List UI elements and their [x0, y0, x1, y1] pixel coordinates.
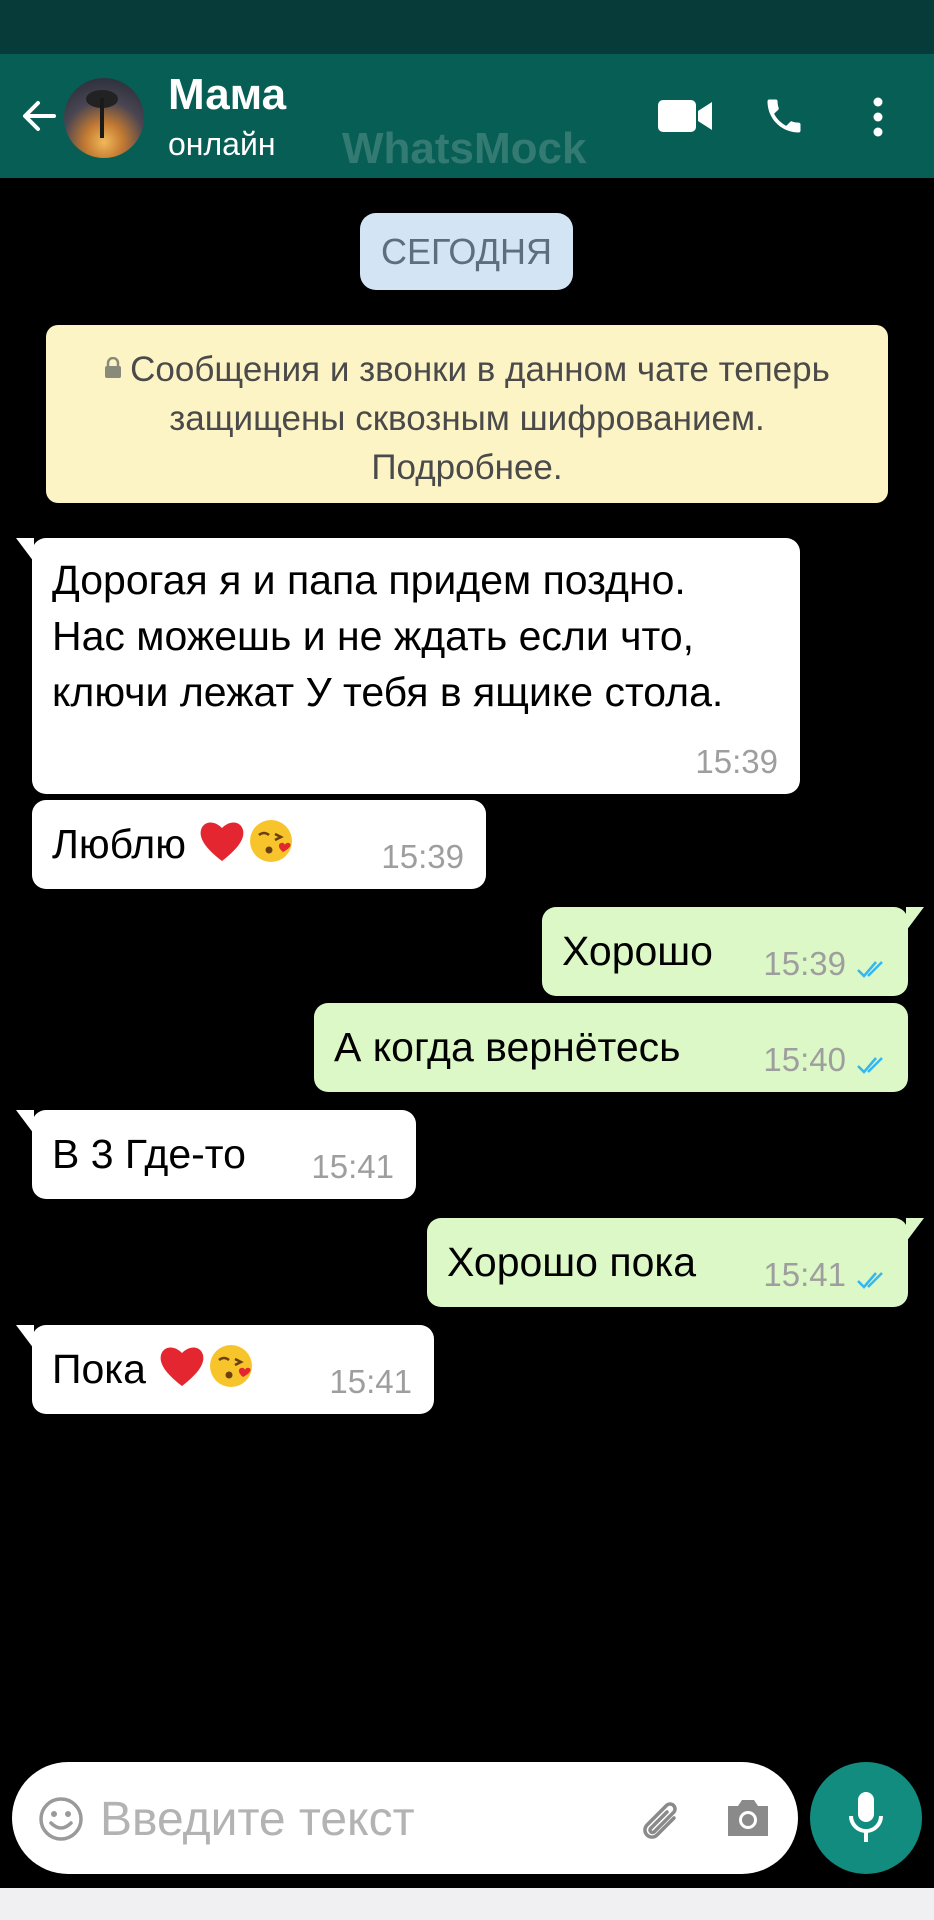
watermark: WhatsMock: [342, 124, 587, 173]
red-heart-icon: [201, 822, 244, 861]
message-outgoing[interactable]: А когда вернётесь 15:40: [314, 1003, 908, 1092]
date-chip: СЕГОДНЯ: [360, 213, 573, 290]
system-nav-bar: [0, 1888, 934, 1920]
message-text: Пока: [52, 1346, 146, 1392]
back-arrow-icon[interactable]: [18, 96, 58, 136]
mic-icon: [849, 1792, 883, 1842]
read-ticks-icon: [857, 1057, 883, 1074]
message-incoming[interactable]: Дорогая я и папа придем поздно. Нас може…: [16, 538, 800, 794]
message-time: 15:41: [763, 1256, 846, 1293]
contact-name[interactable]: Мама: [168, 70, 286, 120]
camera-icon[interactable]: [724, 1796, 772, 1840]
message-text: Люблю: [52, 821, 186, 867]
face-blowing-kiss-icon: [250, 820, 293, 862]
message-incoming[interactable]: Люблю 15:39: [32, 800, 486, 889]
message-text: Хорошо: [562, 928, 713, 974]
message-time: 15:39: [381, 838, 464, 875]
video-call-icon[interactable]: [658, 98, 714, 134]
face-blowing-kiss-icon: [210, 1345, 253, 1387]
status-bar: [0, 0, 934, 54]
chat-header: Мама онлайн WhatsMock: [0, 54, 934, 178]
encryption-notice[interactable]: Сообщения и звонки в данном чате теперь …: [46, 325, 888, 503]
message-text: В 3 Где-то: [52, 1131, 246, 1177]
message-incoming[interactable]: В 3 Где-то 15:41: [16, 1110, 416, 1199]
message-time: 15:41: [329, 1363, 412, 1400]
mic-button[interactable]: [810, 1762, 922, 1874]
message-time: 15:40: [763, 1041, 846, 1078]
read-ticks-icon: [857, 1272, 883, 1289]
more-vert-icon[interactable]: [872, 96, 884, 138]
attach-icon[interactable]: [634, 1794, 684, 1844]
message-incoming[interactable]: Пока 15:41: [16, 1325, 434, 1414]
message-time: 15:39: [763, 945, 846, 982]
message-outgoing[interactable]: Хорошо 15:39: [542, 907, 924, 996]
message-input[interactable]: Введите текст: [12, 1762, 798, 1874]
message-text: Дорогая я и папа придем поздно. Нас може…: [52, 557, 724, 715]
message-input-placeholder: Введите текст: [100, 1793, 415, 1846]
lock-icon: [105, 357, 122, 378]
encryption-notice-text: Сообщения и звонки в данном чате теперь …: [130, 350, 830, 487]
message-time: 15:41: [311, 1148, 394, 1185]
phone-icon[interactable]: [762, 94, 806, 138]
emoji-icon[interactable]: [38, 1796, 84, 1842]
message-text: Хорошо пока: [447, 1239, 697, 1285]
contact-status: онлайн: [168, 126, 276, 162]
message-outgoing[interactable]: Хорошо пока 15:41: [427, 1218, 924, 1307]
read-ticks-icon: [857, 961, 883, 978]
red-heart-icon: [160, 1347, 204, 1386]
message-text: А когда вернётесь: [334, 1024, 681, 1070]
message-time: 15:39: [695, 743, 778, 780]
avatar[interactable]: [64, 78, 144, 158]
